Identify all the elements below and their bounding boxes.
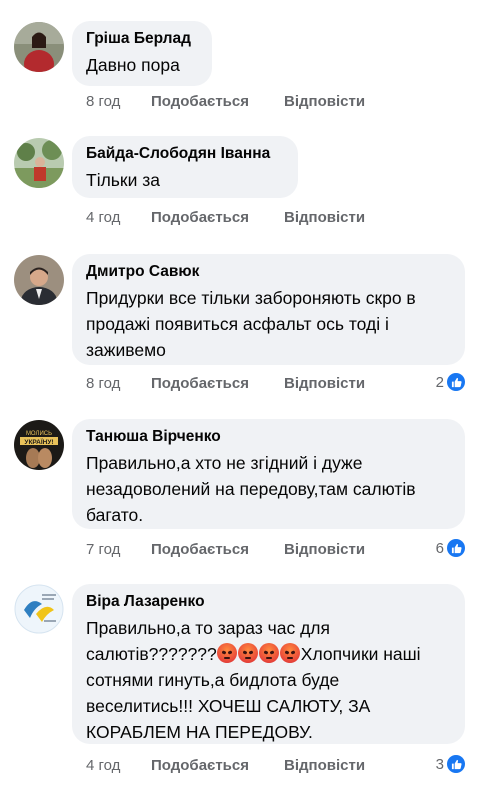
reaction-summary[interactable]: 3 — [436, 753, 465, 775]
comment-time[interactable]: 7 год — [86, 540, 120, 560]
like-thumb-icon — [447, 755, 465, 773]
reply-button[interactable]: Відповісти — [284, 374, 365, 394]
avatar[interactable]: МОЛИСЬ УКРАЇНУ! — [14, 420, 64, 470]
avatar[interactable] — [14, 255, 64, 305]
comment-time[interactable]: 8 год — [86, 374, 120, 394]
like-button[interactable]: Подобається — [151, 208, 249, 228]
comment-bubble: Віра Лазаренко Правильно,а то зараз час … — [72, 584, 465, 744]
like-thumb-icon — [447, 373, 465, 391]
reaction-count: 3 — [435, 755, 444, 773]
comment-time[interactable]: 4 год — [86, 756, 120, 776]
angry-face-icon — [237, 643, 258, 663]
comment-bubble: Байда-Слободян Іванна Тільки за — [72, 136, 298, 198]
reply-button[interactable]: Відповісти — [284, 756, 365, 776]
comment-author[interactable]: Танюша Вірченко — [86, 427, 451, 447]
like-thumb-icon — [447, 539, 465, 557]
reply-button[interactable]: Відповісти — [284, 208, 365, 228]
reply-button[interactable]: Відповісти — [284, 92, 365, 112]
comment-bubble: Гріша Берлад Давно пора — [72, 21, 212, 86]
comment-time[interactable]: 4 год — [86, 208, 120, 228]
avatar[interactable] — [14, 138, 64, 188]
angry-face-icon — [216, 643, 237, 663]
like-button[interactable]: Подобається — [151, 374, 249, 394]
comment-author[interactable]: Дмитро Савюк — [86, 262, 451, 282]
like-button[interactable]: Подобається — [151, 756, 249, 776]
comment-time[interactable]: 8 год — [86, 92, 120, 112]
reaction-count: 6 — [435, 539, 444, 557]
comment-author[interactable]: Гріша Берлад — [86, 29, 198, 49]
avatar[interactable] — [14, 22, 64, 72]
comment-author[interactable]: Байда-Слободян Іванна — [86, 144, 284, 164]
svg-text:МОЛИСЬ: МОЛИСЬ — [26, 431, 52, 437]
comment-bubble: Танюша Вірченко Правильно,а хто не згідн… — [72, 419, 465, 529]
angry-face-icon — [258, 643, 279, 663]
comment-text: Придурки все тільки забороняють скро в п… — [86, 288, 416, 360]
angry-face-icon — [279, 643, 300, 663]
like-button[interactable]: Подобається — [151, 540, 249, 560]
comment-text: Правильно,а хто не згідний і дуже незадо… — [86, 453, 416, 525]
comment-text: Тільки за — [86, 170, 160, 190]
avatar[interactable] — [14, 584, 64, 634]
reply-button[interactable]: Відповісти — [284, 540, 365, 560]
comment-author[interactable]: Віра Лазаренко — [86, 592, 451, 612]
svg-text:УКРАЇНУ!: УКРАЇНУ! — [24, 438, 53, 446]
comment-bubble: Дмитро Савюк Придурки все тільки заборон… — [72, 254, 465, 365]
comment-text: Давно пора — [86, 55, 180, 75]
reaction-summary[interactable]: 6 — [436, 537, 465, 559]
reaction-count: 2 — [435, 373, 444, 391]
comment-text: Правильно,а то зараз час для салютів????… — [86, 615, 451, 745]
reaction-summary[interactable]: 2 — [436, 371, 465, 393]
like-button[interactable]: Подобається — [151, 92, 249, 112]
